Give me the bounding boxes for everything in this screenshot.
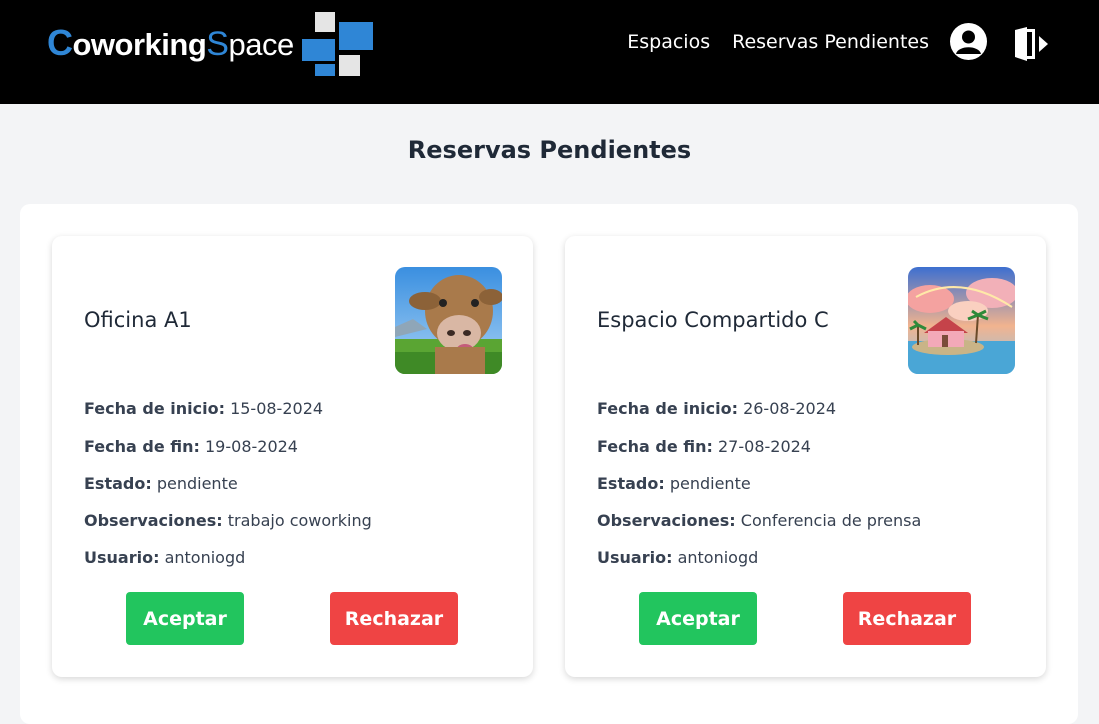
brand-text-c: C	[47, 22, 73, 63]
notes-field: Observaciones: trabajo coworking	[84, 511, 372, 530]
end-date-value: 27-08-2024	[718, 437, 811, 456]
status-label: Estado:	[597, 474, 665, 493]
user-value: antoniogd	[677, 548, 759, 567]
end-date-label: Fecha de fin:	[84, 437, 200, 456]
reservation-card: Oficina A1 Fecha de inicio: 15-08-2024 F…	[52, 236, 533, 677]
notes-label: Observaciones:	[84, 511, 223, 530]
brand-text-s: S	[206, 25, 229, 63]
end-date-value: 19-08-2024	[205, 437, 298, 456]
user-field: Usuario: antoniogd	[84, 548, 245, 567]
notes-value: Conferencia de prensa	[740, 511, 922, 530]
status-value: pendiente	[156, 474, 238, 493]
user-value: antoniogd	[164, 548, 246, 567]
start-date-value: 26-08-2024	[743, 399, 837, 418]
start-date-field: Fecha de inicio: 15-08-2024	[84, 399, 323, 418]
status-field: Estado: pendiente	[84, 474, 238, 493]
end-date-field: Fecha de fin: 19-08-2024	[84, 437, 298, 456]
brand-text-oworking: oworking	[72, 27, 207, 62]
accept-button[interactable]: Aceptar	[126, 592, 244, 645]
reject-button[interactable]: Rechazar	[843, 592, 971, 645]
page-title: Reservas Pendientes	[407, 136, 692, 164]
start-date-label: Fecha de inicio:	[597, 399, 738, 418]
space-thumbnail-image	[908, 267, 1015, 374]
start-date-field: Fecha de inicio: 26-08-2024	[597, 399, 836, 418]
space-thumbnail-image	[395, 267, 502, 374]
navbar: Coworking Space Espacios Reservas Pendien…	[0, 0, 1099, 104]
status-label: Estado:	[84, 474, 152, 493]
brand-logo-link[interactable]: Coworking Space	[47, 22, 294, 64]
logout-door-icon[interactable]	[1013, 26, 1051, 62]
user-profile-icon[interactable]	[950, 23, 987, 60]
nav-link-espacios[interactable]: Espacios	[627, 28, 710, 56]
space-name: Espacio Compartido C	[597, 308, 829, 332]
brand-squares-icon	[302, 12, 373, 76]
notes-label: Observaciones:	[597, 511, 736, 530]
user-label: Usuario:	[84, 548, 160, 567]
brand-text-pace: pace	[228, 27, 294, 62]
nav-link-reservas-pendientes[interactable]: Reservas Pendientes	[732, 28, 929, 56]
space-name: Oficina A1	[84, 308, 192, 332]
reject-button[interactable]: Rechazar	[330, 592, 458, 645]
notes-field: Observaciones: Conferencia de prensa	[597, 511, 921, 530]
nav-links: Espacios Reservas Pendientes	[627, 28, 929, 56]
start-date-value: 15-08-2024	[230, 399, 324, 418]
end-date-label: Fecha de fin:	[597, 437, 713, 456]
accept-button[interactable]: Aceptar	[639, 592, 757, 645]
reservation-card: Espacio Compartido C Fecha de inicio: 26…	[565, 236, 1046, 677]
end-date-field: Fecha de fin: 27-08-2024	[597, 437, 811, 456]
notes-value: trabajo coworking	[227, 511, 372, 530]
start-date-label: Fecha de inicio:	[84, 399, 225, 418]
status-field: Estado: pendiente	[597, 474, 751, 493]
user-field: Usuario: antoniogd	[597, 548, 758, 567]
status-value: pendiente	[669, 474, 751, 493]
user-label: Usuario:	[597, 548, 673, 567]
